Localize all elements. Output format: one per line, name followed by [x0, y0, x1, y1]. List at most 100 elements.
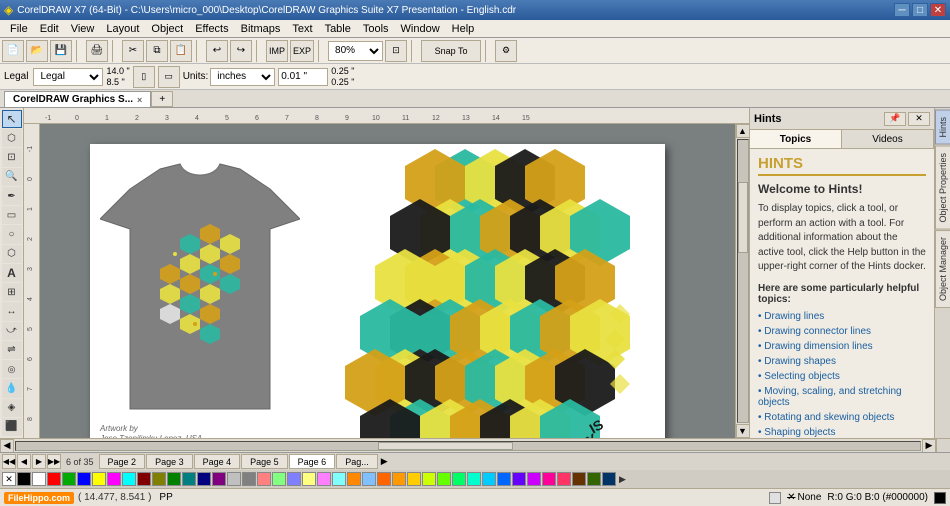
node-tool[interactable]: ⬡	[2, 129, 22, 147]
canvas-scroll[interactable]: Artwork by Jose Tzonilimku Lopez, USA	[40, 124, 749, 438]
smart-fill-tool[interactable]: ⬛	[2, 418, 22, 436]
table-tool[interactable]: ⊞	[2, 283, 22, 301]
snap-to-button[interactable]: Snap To	[421, 40, 481, 62]
color-swatch-darkforest[interactable]	[587, 472, 601, 486]
connector-tool[interactable]: ⤻	[2, 322, 22, 340]
color-swatch-lightblue[interactable]	[287, 472, 301, 486]
open-button[interactable]: 📂	[26, 40, 48, 62]
color-swatch-lime[interactable]	[437, 472, 451, 486]
save-button[interactable]: 💾	[50, 40, 72, 62]
color-swatch-aqua[interactable]	[467, 472, 481, 486]
color-swatch-white[interactable]	[32, 472, 46, 486]
page-tab-6[interactable]: Page 6	[289, 454, 336, 469]
page-tab-2[interactable]: Page 2	[99, 454, 146, 469]
paper-size-dropdown[interactable]: LegalLetterA4	[33, 68, 103, 86]
dimension-tool[interactable]: ↔	[2, 302, 22, 320]
tab-topics[interactable]: Topics	[750, 130, 842, 148]
color-swatch-purple[interactable]	[212, 472, 226, 486]
color-swatch-lightsky[interactable]	[362, 472, 376, 486]
zoom-fit-button[interactable]: ⊡	[385, 40, 407, 62]
page-tab-more[interactable]: Pag...	[336, 454, 378, 469]
polygon-tool[interactable]: ⬡	[2, 245, 22, 263]
color-swatch-teal[interactable]	[182, 472, 196, 486]
color-swatch-hotpink[interactable]	[542, 472, 556, 486]
fill-tool[interactable]: ◈	[2, 399, 22, 417]
landscape-button[interactable]: ▭	[158, 66, 180, 88]
undo-button[interactable]: ↩	[206, 40, 228, 62]
nav-first-page[interactable]: ◀◀	[2, 454, 16, 469]
topic-rotating-skewing[interactable]: Rotating and skewing objects	[758, 410, 926, 425]
no-color-swatch[interactable]: ✕	[2, 472, 16, 486]
page-tab-scroll-right[interactable]: ▶	[379, 456, 390, 467]
scroll-up-button[interactable]: ▲	[736, 124, 750, 138]
tab-videos[interactable]: Videos	[842, 130, 934, 148]
topic-dimension-lines[interactable]: Drawing dimension lines	[758, 339, 926, 354]
close-button[interactable]: ✕	[930, 3, 946, 17]
topic-drawing-lines[interactable]: Drawing lines	[758, 309, 926, 324]
panel-pin-button[interactable]: 📌	[884, 112, 906, 126]
color-swatch-amber[interactable]	[392, 472, 406, 486]
color-swatch-lightcyan[interactable]	[332, 472, 346, 486]
color-swatch-pink[interactable]	[317, 472, 331, 486]
color-swatch-violet[interactable]	[527, 472, 541, 486]
units-dropdown[interactable]: inchesmmcmpixels	[210, 68, 275, 86]
options-button[interactable]: ⚙	[495, 40, 517, 62]
import-button[interactable]: IMP	[266, 40, 288, 62]
vscroll-track[interactable]	[737, 139, 749, 423]
color-swatch-darknavy[interactable]	[602, 472, 616, 486]
rectangle-tool[interactable]: ▭	[2, 206, 22, 224]
color-swatch-lightgreen[interactable]	[272, 472, 286, 486]
color-swatch-green[interactable]	[62, 472, 76, 486]
topic-shaping-objects[interactable]: Shaping objects	[758, 425, 926, 439]
color-swatch-gray[interactable]	[242, 472, 256, 486]
menu-effects[interactable]: Effects	[189, 22, 234, 36]
color-swatch-brown[interactable]	[572, 472, 586, 486]
menu-view[interactable]: View	[65, 22, 101, 36]
palette-scroll-right[interactable]: ▶	[617, 474, 628, 485]
portrait-button[interactable]: ▯	[133, 66, 155, 88]
color-swatch-red[interactable]	[47, 472, 61, 486]
color-swatch-indigo[interactable]	[512, 472, 526, 486]
crop-tool[interactable]: ⊡	[2, 148, 22, 166]
zoom-tool[interactable]: 🔍	[2, 168, 22, 186]
color-swatch-royalblue[interactable]	[497, 472, 511, 486]
scroll-left-button[interactable]: ◀	[0, 439, 14, 453]
panel-close-button[interactable]: ✕	[908, 112, 930, 126]
color-swatch-skyblue[interactable]	[482, 472, 496, 486]
page-tab-3[interactable]: Page 3	[146, 454, 193, 469]
paste-button[interactable]: 📋	[170, 40, 192, 62]
side-tab-hints[interactable]: Hints	[935, 110, 950, 145]
contour-tool[interactable]: ◎	[2, 360, 22, 378]
curve-tool[interactable]: ✒	[2, 187, 22, 205]
new-button[interactable]: 📄	[2, 40, 24, 62]
document-tab[interactable]: CorelDRAW Graphics S... ×	[4, 91, 151, 107]
menu-edit[interactable]: Edit	[34, 22, 65, 36]
color-swatch-black[interactable]	[17, 472, 31, 486]
menu-object[interactable]: Object	[145, 22, 189, 36]
export-button[interactable]: EXP	[290, 40, 314, 62]
new-tab-button[interactable]: +	[151, 91, 173, 107]
side-tab-object-properties[interactable]: Object Properties	[935, 146, 950, 230]
pick-tool[interactable]: ↖	[2, 110, 22, 128]
color-swatch-lightyellow[interactable]	[302, 472, 316, 486]
zoom-dropdown[interactable]: 80%50%100%150%	[328, 41, 383, 61]
menu-layout[interactable]: Layout	[100, 22, 145, 36]
nav-next-page[interactable]: ▶	[32, 454, 46, 469]
color-swatch-darkorange[interactable]	[377, 472, 391, 486]
nav-last-page[interactable]: ▶▶	[47, 454, 61, 469]
color-swatch-lightred[interactable]	[257, 472, 271, 486]
color-swatch-gold[interactable]	[407, 472, 421, 486]
menu-table[interactable]: Table	[319, 22, 357, 36]
menu-help[interactable]: Help	[446, 22, 481, 36]
menu-tools[interactable]: Tools	[357, 22, 395, 36]
color-swatch-olive[interactable]	[152, 472, 166, 486]
hscroll-track[interactable]	[15, 441, 921, 451]
maximize-button[interactable]: □	[912, 3, 928, 17]
topic-connector-lines[interactable]: Drawing connector lines	[758, 324, 926, 339]
color-swatch-orange[interactable]	[347, 472, 361, 486]
topic-drawing-shapes[interactable]: Drawing shapes	[758, 354, 926, 369]
cut-button[interactable]: ✂	[122, 40, 144, 62]
eyedropper-tool[interactable]: 💧	[2, 379, 22, 397]
topic-selecting-objects[interactable]: Selecting objects	[758, 369, 926, 384]
page-tab-4[interactable]: Page 4	[194, 454, 241, 469]
